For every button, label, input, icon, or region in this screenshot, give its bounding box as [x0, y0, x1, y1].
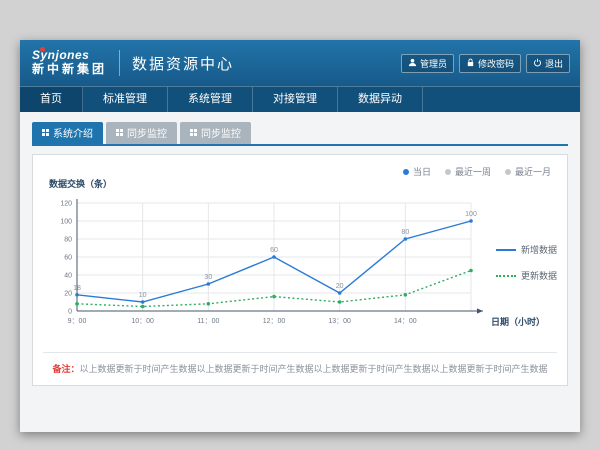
change-password-button-label: 修改密码: [478, 57, 514, 70]
svg-text:60: 60: [270, 247, 278, 254]
main-nav: 首页 标准管理 系统管理 对接管理 数据异动: [20, 86, 580, 112]
nav-item-system[interactable]: 系统管理: [168, 87, 253, 112]
svg-text:20: 20: [64, 291, 72, 298]
grid-icon: [42, 129, 49, 136]
period-legend: 当日 最近一周 最近一月: [403, 165, 551, 178]
tab-label: 同步监控: [127, 125, 167, 140]
legend-label: 最近一周: [455, 165, 491, 178]
desktop-background: Synjones 新中新集团 数据资源中心 管理员 修改密码 退出: [0, 0, 600, 450]
chart-card: 当日 最近一周 最近一月 数据交换（条） 0 20 40 60 80 100 120 9：00…: [32, 154, 568, 386]
svg-text:13：00: 13：00: [328, 318, 351, 325]
svg-text:100: 100: [465, 211, 477, 218]
svg-text:120: 120: [60, 201, 72, 208]
remark-note: 备注：以上数据更新于时间产生数据以上数据更新于时间产生数据以上数据更新于时间产生…: [43, 352, 557, 375]
lock-icon: [466, 58, 475, 69]
svg-text:60: 60: [64, 255, 72, 262]
tab-sync-monitor-2[interactable]: 同步监控: [180, 122, 251, 144]
tab-label: 同步监控: [201, 125, 241, 140]
svg-text:0: 0: [68, 309, 72, 316]
svg-text:18: 18: [73, 285, 81, 292]
svg-text:30: 30: [204, 274, 212, 281]
legend-last-month[interactable]: 最近一月: [505, 165, 551, 178]
logout-button-label: 退出: [545, 57, 563, 70]
tab-system-intro[interactable]: 系统介绍: [32, 122, 103, 144]
svg-text:80: 80: [64, 237, 72, 244]
series-legend-updated-data[interactable]: 更新数据: [496, 269, 557, 282]
series-legend-label: 更新数据: [521, 269, 557, 282]
y-axis-title: 数据交换（条）: [49, 177, 112, 190]
remark-label: 备注：: [52, 364, 79, 374]
svg-text:9：00: 9：00: [68, 318, 87, 325]
x-axis-title: 日期（小时）: [491, 315, 545, 328]
tab-sync-monitor-1[interactable]: 同步监控: [106, 122, 177, 144]
legend-today[interactable]: 当日: [403, 165, 431, 178]
app-window: Synjones 新中新集团 数据资源中心 管理员 修改密码 退出: [20, 40, 580, 432]
app-header: Synjones 新中新集团 数据资源中心 管理员 修改密码 退出: [20, 40, 580, 86]
admin-button-label: 管理员: [420, 57, 447, 70]
svg-text:80: 80: [401, 229, 409, 236]
logout-button[interactable]: 退出: [526, 54, 570, 73]
nav-item-standards[interactable]: 标准管理: [83, 87, 168, 112]
legend-label: 最近一月: [515, 165, 551, 178]
svg-text:10：00: 10：00: [131, 318, 154, 325]
legend-dot-icon: [505, 169, 511, 175]
power-icon: [533, 58, 542, 69]
svg-text:11：00: 11：00: [197, 318, 219, 325]
grid-icon: [116, 129, 123, 136]
admin-button[interactable]: 管理员: [401, 54, 454, 73]
series-legend-new-data[interactable]: 新增数据: [496, 243, 557, 256]
nav-item-data-change[interactable]: 数据异动: [338, 87, 423, 112]
nav-item-home[interactable]: 首页: [20, 87, 83, 112]
logo-company: 新中新集团: [32, 63, 107, 77]
svg-text:100: 100: [60, 219, 72, 226]
page-title: 数据资源中心: [132, 53, 234, 74]
legend-dot-icon: [445, 169, 451, 175]
svg-text:40: 40: [64, 273, 72, 280]
svg-text:20: 20: [336, 283, 344, 290]
series-legend-label: 新增数据: [521, 243, 557, 256]
svg-text:10: 10: [139, 292, 147, 299]
user-icon: [408, 58, 417, 69]
solid-line-icon: [496, 249, 516, 251]
line-chart: 0 20 40 60 80 100 120 9：00 10：00 11：00 12：00 13：00 1…: [47, 191, 487, 331]
legend-dot-icon: [403, 169, 409, 175]
svg-text:14：00: 14：00: [394, 318, 417, 325]
header-actions: 管理员 修改密码 退出: [401, 54, 570, 73]
remark-text: 以上数据更新于时间产生数据以上数据更新于时间产生数据以上数据更新于时间产生数据以…: [80, 364, 548, 374]
content-area: 系统介绍 同步监控 同步监控 当日: [20, 112, 580, 432]
change-password-button[interactable]: 修改密码: [459, 54, 521, 73]
svg-text:12：00: 12：00: [263, 318, 286, 325]
legend-last-week[interactable]: 最近一周: [445, 165, 491, 178]
header-divider: [119, 50, 120, 76]
tab-label: 系统介绍: [53, 125, 93, 140]
tab-bar: 系统介绍 同步监控 同步监控: [32, 122, 568, 146]
dotted-line-icon: [496, 275, 516, 277]
series-legend: 新增数据 更新数据: [496, 243, 557, 282]
logo: Synjones 新中新集团: [30, 49, 107, 77]
legend-label: 当日: [413, 165, 431, 178]
nav-item-integration[interactable]: 对接管理: [253, 87, 338, 112]
grid-icon: [190, 129, 197, 136]
